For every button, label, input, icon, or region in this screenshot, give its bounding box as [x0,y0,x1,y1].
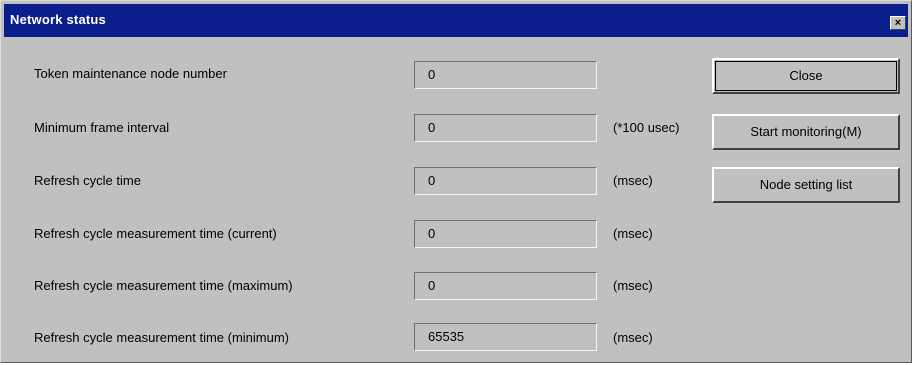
label-refresh-cycle-current: Refresh cycle measurement time (current) [34,226,277,241]
node-setting-list-button[interactable]: Node setting list [712,167,900,203]
label-refresh-cycle-maximum: Refresh cycle measurement time (maximum) [34,278,293,293]
window-title: Network status [10,12,106,27]
field-refresh-cycle-minimum: 65535 [414,323,597,351]
field-minimum-frame-interval: 0 [414,114,597,142]
label-refresh-cycle-minimum: Refresh cycle measurement time (minimum) [34,330,290,345]
start-monitoring-button[interactable]: Start monitoring(M) [712,114,900,150]
field-refresh-cycle-current: 0 [414,220,597,248]
close-icon[interactable]: × [890,16,906,30]
label-token-maintenance-node-number: Token maintenance node number [34,66,227,81]
field-refresh-cycle-maximum: 0 [414,272,597,300]
network-status-dialog: Network status × Token maintenance node … [0,0,912,363]
unit-refresh-cycle-time: (msec) [613,173,653,188]
close-button[interactable]: Close [712,58,900,94]
unit-minimum-frame-interval: (*100 usec) [613,120,680,135]
field-refresh-cycle-time: 0 [414,167,597,195]
field-token-maintenance-node-number: 0 [414,61,597,89]
unit-refresh-cycle-minimum: (msec) [613,330,653,345]
unit-refresh-cycle-maximum: (msec) [613,278,653,293]
title-bar[interactable]: Network status × [4,4,908,37]
label-minimum-frame-interval: Minimum frame interval [34,120,170,135]
label-refresh-cycle-time: Refresh cycle time [34,173,141,188]
unit-refresh-cycle-current: (msec) [613,226,653,241]
